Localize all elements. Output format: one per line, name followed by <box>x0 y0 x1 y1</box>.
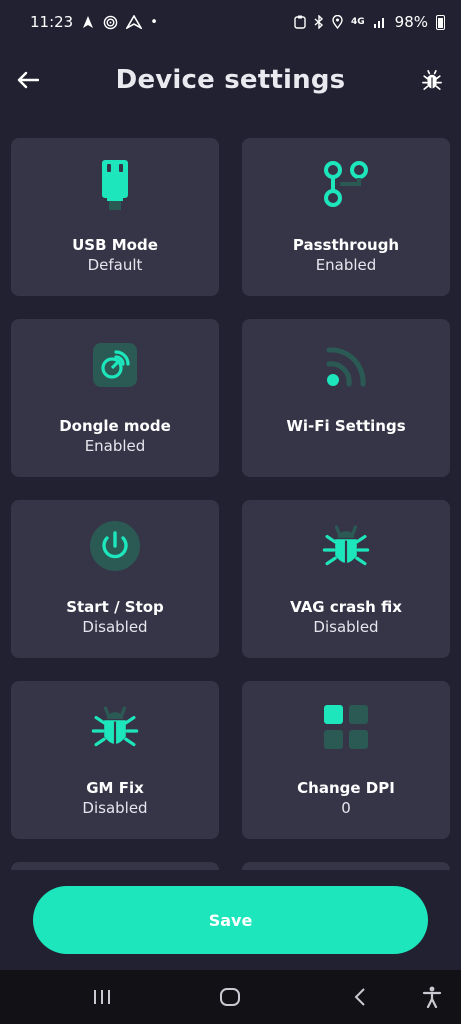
battery-percent: 98% <box>394 13 428 31</box>
network-icon: 4G <box>351 16 365 27</box>
home-icon <box>220 988 240 1006</box>
power-icon <box>85 516 145 576</box>
wifi-icon <box>316 335 376 395</box>
dongle-icon <box>85 335 145 395</box>
card-value: Default <box>87 256 143 274</box>
save-area: Save <box>0 870 461 970</box>
card-partial-right[interactable] <box>242 862 450 870</box>
nfc-icon <box>294 15 306 29</box>
recents-icon <box>94 990 110 1004</box>
podcast-icon <box>103 15 118 29</box>
passthrough-icon <box>316 154 376 214</box>
card-label: Start / Stop <box>66 598 164 616</box>
save-button[interactable]: Save <box>33 886 428 954</box>
card-label: GM Fix <box>86 779 144 797</box>
android-auto-icon <box>126 15 143 29</box>
status-left: 11:23 • <box>30 13 158 31</box>
location-icon <box>332 15 343 29</box>
accessibility-icon <box>422 986 442 1008</box>
card-wifi-settings[interactable]: Wi-Fi Settings <box>242 319 450 477</box>
dot-icon: • <box>150 14 158 30</box>
card-label: Dongle mode <box>59 417 171 435</box>
page-title: Device settings <box>115 65 346 95</box>
status-bar: 11:23 • 4G 98% <box>0 0 461 44</box>
card-value: Disabled <box>313 618 379 636</box>
card-passthrough[interactable]: Passthrough Enabled <box>242 138 450 296</box>
card-value: Disabled <box>82 618 148 636</box>
card-value: Enabled <box>84 437 146 455</box>
arrow-left-icon <box>17 71 39 89</box>
bluetooth-icon <box>314 15 324 29</box>
card-partial-left[interactable] <box>11 862 219 870</box>
usb-icon <box>85 154 145 214</box>
home-button[interactable] <box>212 980 248 1014</box>
bug-icon <box>422 70 442 90</box>
accessibility-button[interactable] <box>414 980 450 1014</box>
card-gm-fix[interactable]: GM Fix Disabled <box>11 681 219 839</box>
card-label: VAG crash fix <box>290 598 402 616</box>
bug-icon <box>85 697 145 757</box>
debug-button[interactable] <box>417 64 447 96</box>
card-label: USB Mode <box>72 236 158 254</box>
back-icon <box>354 988 365 1006</box>
signal-icon <box>373 18 384 28</box>
card-value: Enabled <box>315 256 377 274</box>
system-nav-bar <box>0 970 461 1024</box>
card-value: 0 <box>341 799 351 817</box>
card-label: Passthrough <box>292 236 400 254</box>
status-right: 4G 98% <box>294 13 445 31</box>
card-start-stop[interactable]: Start / Stop Disabled <box>11 500 219 658</box>
grid-icon <box>316 697 376 757</box>
app-header: Device settings <box>0 50 461 110</box>
clock: 11:23 <box>30 13 74 31</box>
card-usb-mode[interactable]: USB Mode Default <box>11 138 219 296</box>
back-button[interactable] <box>12 62 44 98</box>
card-dongle-mode[interactable]: Dongle mode Enabled <box>11 319 219 477</box>
recents-button[interactable] <box>84 980 120 1014</box>
navigation-icon <box>83 16 94 28</box>
battery-icon <box>436 14 445 30</box>
card-label: Wi-Fi Settings <box>286 417 406 435</box>
card-change-dpi[interactable]: Change DPI 0 <box>242 681 450 839</box>
card-label: Change DPI <box>297 779 395 797</box>
bug-icon <box>316 516 376 576</box>
card-vag-crash-fix[interactable]: VAG crash fix Disabled <box>242 500 450 658</box>
system-back-button[interactable] <box>342 980 378 1014</box>
settings-grid: USB Mode Default Passthrough Enabled Don… <box>0 138 461 870</box>
card-value: Disabled <box>82 799 148 817</box>
